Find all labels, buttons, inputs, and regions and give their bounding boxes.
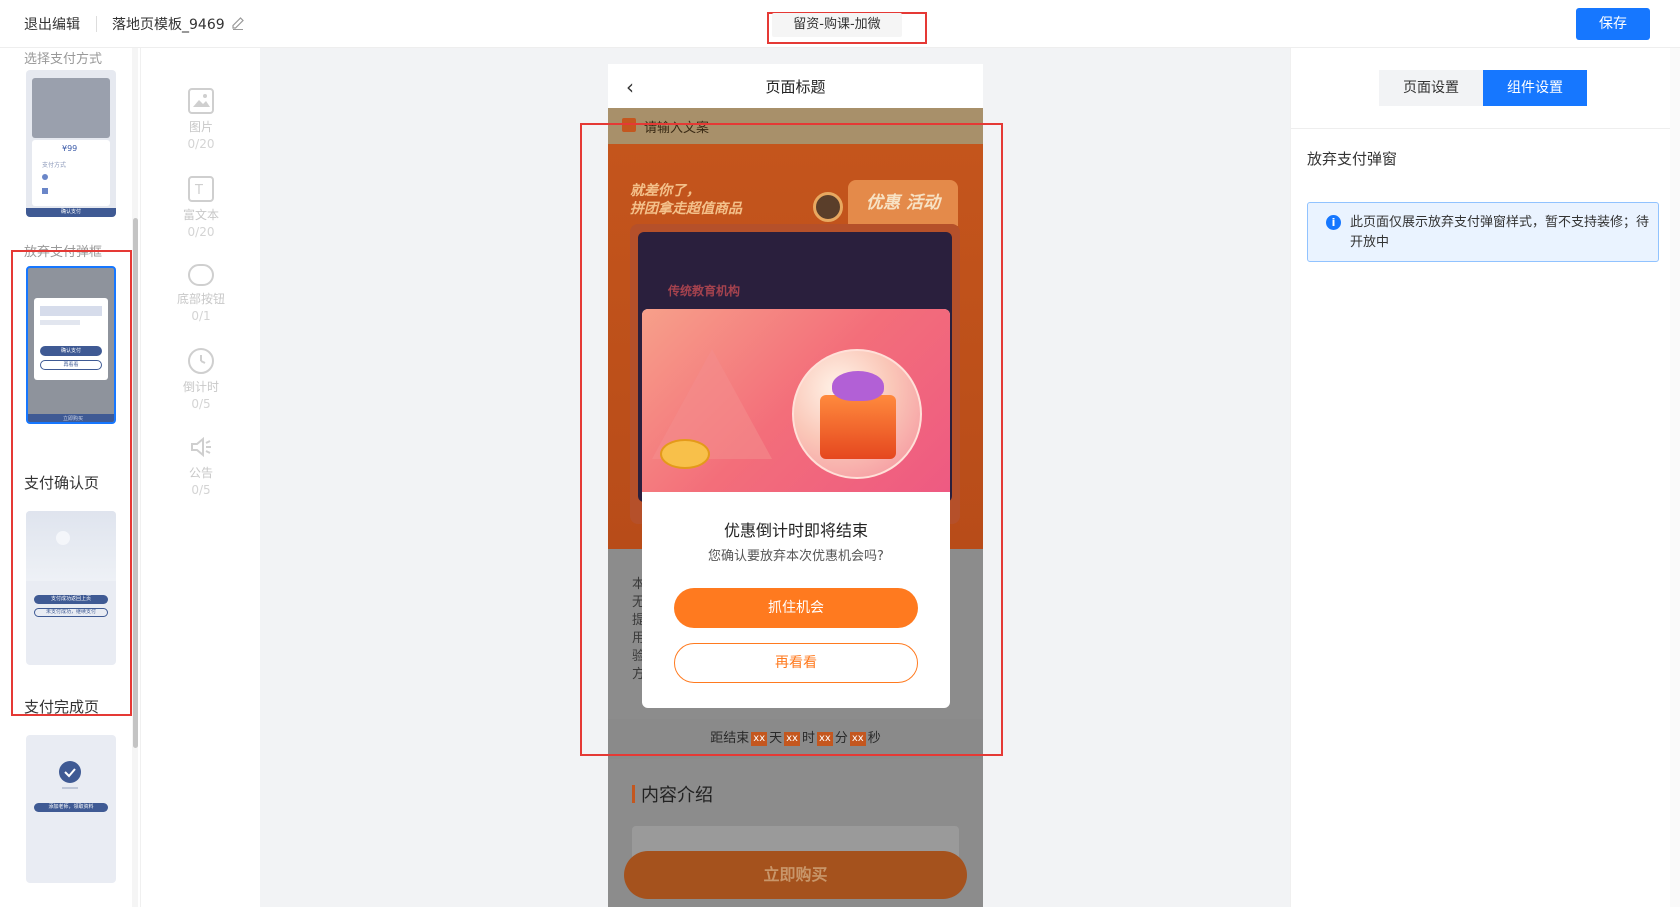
save-button[interactable]: 保存 (1576, 8, 1650, 40)
info-icon: i (1326, 215, 1341, 230)
component-count: 0/20 (187, 137, 215, 151)
thumb-select-payment[interactable]: ¥99 支付方式 确认支付 (26, 70, 116, 217)
page-list-scrollbar[interactable] (133, 218, 138, 748)
bottom-button-icon (188, 264, 214, 286)
thumb-radio (42, 188, 48, 194)
svg-text:T: T (194, 183, 203, 198)
thumb-add-teacher-btn: 添加老师，领取资料 (34, 803, 108, 812)
template-name: 落地页模板_9469 (112, 17, 225, 33)
page-label-select-payment: 选择支付方式 (24, 52, 103, 67)
content-section-title: 内容介绍 (632, 781, 713, 807)
thumb-line (62, 787, 78, 789)
thumb-payment-complete[interactable]: 添加老师，领取资料 (26, 735, 116, 883)
component-count: 0/1 (191, 309, 211, 323)
thumb-card: ¥99 支付方式 (32, 140, 110, 206)
info-text: 此页面仅展示放弃支付弹窗样式，暂不支持装修；待开放中 (1350, 215, 1650, 250)
thumb-image (32, 78, 110, 138)
component-label: 富文本 (182, 208, 219, 222)
buy-now-button[interactable]: 立即购买 (624, 851, 967, 899)
settings-tabs: 页面设置 组件设置 (1379, 70, 1587, 106)
component-label: 倒计时 (182, 380, 219, 394)
component-bottom-button[interactable]: 底部按钮 0/1 (141, 264, 261, 323)
speaker-icon (188, 434, 214, 460)
component-label: 底部按钮 (176, 292, 225, 306)
component-label: 公告 (188, 466, 213, 480)
highlight-box-modal (580, 123, 1003, 756)
settings-panel: 页面设置 组件设置 放弃支付弹窗 i 此页面仅展示放弃支付弹窗样式，暂不支持装修… (1290, 48, 1680, 907)
component-label: 图片 (188, 120, 213, 134)
info-alert: i 此页面仅展示放弃支付弹窗样式，暂不支持装修；待开放中 (1307, 202, 1659, 262)
section-title: 放弃支付弹窗 (1307, 150, 1398, 168)
divider (1291, 128, 1680, 129)
top-bar: 退出编辑 落地页模板_9469 留资-购课-加微 保存 (0, 0, 1680, 48)
thumb-radio (42, 174, 48, 180)
component-panel: 图片 0/20 T 富文本 0/20 底部按钮 0/1 倒计时 0/5 公告 0… (140, 48, 260, 907)
page-scrollbar[interactable] (1670, 48, 1680, 907)
check-icon (59, 761, 81, 783)
richtext-icon: T (188, 176, 214, 202)
component-count: 0/20 (187, 225, 215, 239)
tab-page-settings[interactable]: 页面设置 (1379, 70, 1483, 106)
thumb-price: ¥99 (62, 144, 78, 153)
component-notice[interactable]: 公告 0/5 (141, 434, 261, 497)
page-flow-title[interactable]: 留资-购课-加微 (772, 13, 902, 37)
tab-component-settings[interactable]: 组件设置 (1483, 70, 1587, 106)
component-count: 0/5 (191, 397, 211, 411)
image-icon (188, 88, 214, 114)
phone-header: ‹ 页面标题 (608, 64, 983, 108)
content-title-text: 内容介绍 (641, 785, 713, 806)
component-image[interactable]: 图片 0/20 (141, 88, 261, 151)
phone-page-title: 页面标题 (765, 78, 826, 96)
timer-icon (188, 348, 214, 374)
divider (96, 16, 97, 32)
exit-edit-button[interactable]: 退出编辑 (24, 14, 80, 34)
component-count: 0/5 (191, 483, 211, 497)
edit-icon[interactable] (230, 15, 246, 31)
thumb-method: 支付方式 (42, 162, 67, 169)
thumb-pay-bar: 确认支付 (26, 208, 116, 217)
component-richtext[interactable]: T 富文本 0/20 (141, 176, 261, 239)
component-countdown[interactable]: 倒计时 0/5 (141, 348, 261, 411)
highlight-box-page-list (11, 250, 132, 716)
title-accent (632, 785, 635, 803)
